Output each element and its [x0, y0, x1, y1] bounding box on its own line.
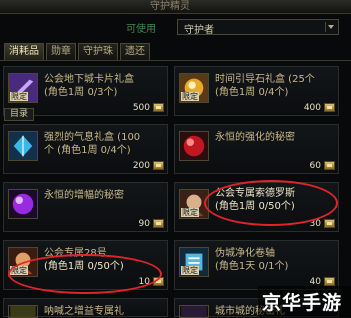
item-price: 60	[309, 161, 321, 171]
coin-icon	[324, 219, 335, 228]
tab-relics[interactable]: 遗还	[120, 43, 150, 60]
shop-item[interactable]: 限定 伪城净化卷轴 (角色1天 0/1个) 40	[174, 240, 339, 290]
item-name: 伪城净化卷轴 (角色1天 0/1个)	[215, 248, 289, 272]
buff-gift-icon	[8, 305, 38, 318]
coin-icon	[324, 277, 335, 286]
limited-badge: 限定	[10, 92, 28, 101]
blue-crystal-gift-icon	[8, 131, 38, 161]
limited-badge: 限定	[181, 208, 199, 217]
category-filter-value: 守护者	[184, 25, 214, 36]
catalog-button[interactable]: 目录	[4, 108, 34, 121]
coin-icon	[324, 161, 335, 170]
watermark-text: 京华手游	[262, 292, 343, 314]
shop-tabs: 消耗品 勋章 守护珠 遗还	[4, 43, 152, 60]
tab-medals[interactable]: 勋章	[46, 43, 76, 60]
item-price: 90	[138, 219, 150, 229]
category-filter-dropdown[interactable]: 守护者	[177, 19, 339, 36]
item-name: 永恒的增幅的秘密	[44, 190, 124, 201]
purple-orb-icon	[8, 189, 38, 219]
coin-icon	[153, 219, 164, 228]
annotation-circle	[204, 180, 338, 226]
item-name: 公会地下城卡片礼盒 (角色1周 0/3个)	[44, 74, 134, 98]
item-price: 400	[303, 103, 321, 113]
item-name: 永恒的强化的秘密	[215, 132, 295, 143]
window-titlebar[interactable]: 守护精灵	[0, 0, 351, 14]
item-price: 200	[132, 161, 150, 171]
item-name: 时间引导石礼盒 (25个 (角色1周 0/4个)	[215, 74, 315, 98]
coin-icon	[324, 103, 335, 112]
watermark: 京华手游	[258, 286, 351, 317]
item-name: 呐喊之增益专属礼	[44, 306, 124, 317]
tab-consumables[interactable]: 消耗品	[4, 43, 44, 60]
annotation-circle	[8, 254, 162, 294]
shop-item[interactable]: 限定 时间引导石礼盒 (25个 (角色1周 0/4个) 400	[174, 66, 339, 116]
usable-label: 可使用	[126, 24, 156, 35]
item-price: 500	[132, 103, 150, 113]
chevron-down-icon[interactable]	[325, 22, 336, 32]
limited-badge: 限定	[181, 92, 199, 101]
coin-icon	[153, 103, 164, 112]
item-name: 强烈的气息礼盒 (100 个 (角色1周 0/4个)	[44, 132, 141, 156]
city-secret-gift-icon	[179, 305, 209, 318]
shop-item[interactable]: 强烈的气息礼盒 (100 个 (角色1周 0/4个) 200	[3, 124, 168, 174]
tab-guard-beads[interactable]: 守护珠	[78, 43, 118, 60]
red-orb-icon	[179, 131, 209, 161]
window-title: 守护精灵	[150, 1, 190, 12]
limited-badge: 限定	[181, 266, 199, 275]
shop-item[interactable]: 呐喊之增益专属礼	[3, 298, 168, 318]
shop-item[interactable]: 永恒的增幅的秘密 90	[3, 182, 168, 232]
shop-item[interactable]: 永恒的强化的秘密 60	[174, 124, 339, 174]
coin-icon	[153, 161, 164, 170]
